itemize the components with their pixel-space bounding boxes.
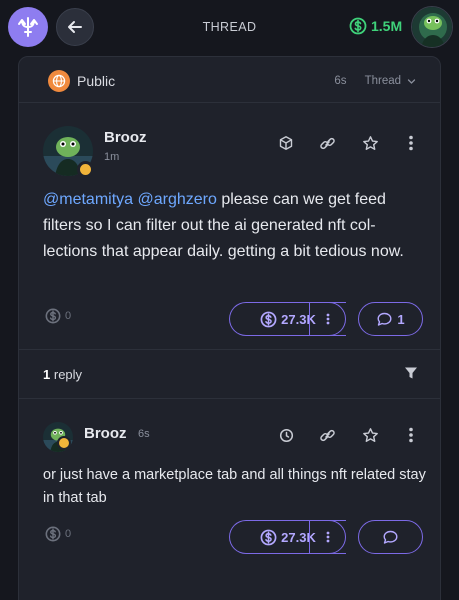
reply-count-text: reply bbox=[53, 367, 83, 382]
cube-icon bbox=[279, 136, 293, 150]
post-author[interactable]: Brooz bbox=[104, 129, 147, 146]
cube-button[interactable] bbox=[275, 132, 297, 154]
visibility-label: Public bbox=[77, 73, 116, 89]
copy-link-button[interactable] bbox=[316, 132, 338, 154]
reply-author[interactable]: Brooz bbox=[84, 425, 127, 442]
reply-time: 6s bbox=[138, 428, 150, 440]
user-avatar[interactable] bbox=[411, 6, 453, 48]
main-post: Brooz 1m @metamitya @arghzero please can… bbox=[19, 103, 440, 350]
currency-icon bbox=[349, 17, 367, 35]
kebab-menu-icon bbox=[326, 531, 329, 543]
comment-icon bbox=[377, 312, 392, 326]
currency-icon bbox=[260, 311, 277, 327]
kebab-menu-icon bbox=[409, 427, 413, 443]
thread-age: 6s bbox=[334, 75, 347, 87]
reply-post: Brooz 6s or just have a marketplace tab … bbox=[19, 399, 440, 600]
currency-icon bbox=[45, 308, 61, 324]
verified-badge bbox=[77, 161, 94, 178]
reply-count-label: 1 reply bbox=[43, 367, 82, 382]
reply-count-number: 1 bbox=[43, 367, 51, 382]
avatar-image bbox=[412, 7, 452, 47]
kebab-menu-icon bbox=[326, 313, 329, 325]
reply-button[interactable] bbox=[358, 520, 423, 554]
post-time: 1m bbox=[104, 151, 120, 163]
reply-text: or just have a marketplace tab and all t… bbox=[43, 467, 426, 506]
tips-count[interactable]: 0 bbox=[45, 526, 71, 542]
view-mode-dropdown[interactable]: Thread bbox=[365, 75, 401, 87]
value-options-button[interactable] bbox=[309, 520, 346, 554]
reply-count: 1 bbox=[397, 311, 405, 327]
favorite-button[interactable] bbox=[359, 424, 381, 446]
replies-bar: 1 reply bbox=[19, 350, 440, 399]
star-icon bbox=[362, 427, 378, 442]
link-icon bbox=[319, 137, 335, 149]
mention-link[interactable]: @metamitya bbox=[43, 191, 133, 208]
kebab-menu-icon bbox=[409, 135, 413, 151]
tips-value: 0 bbox=[65, 310, 72, 322]
chevron-down-icon bbox=[407, 78, 416, 84]
balance-value: 1.5M bbox=[371, 18, 403, 34]
verified-badge bbox=[57, 436, 71, 450]
filter-icon bbox=[405, 367, 417, 379]
balance[interactable]: 1.5M bbox=[349, 17, 402, 35]
reply-button[interactable]: 1 bbox=[358, 302, 423, 336]
comment-icon bbox=[383, 530, 398, 544]
value-options-button[interactable] bbox=[309, 302, 346, 336]
filter-button[interactable] bbox=[404, 366, 418, 385]
copy-link-button[interactable] bbox=[316, 424, 338, 446]
globe-icon bbox=[48, 70, 70, 92]
thread-card: Public 6s Thread Brooz 1m @metamitya @ar… bbox=[18, 56, 441, 600]
currency-icon bbox=[45, 526, 61, 542]
tips-value: 0 bbox=[65, 528, 72, 540]
top-bar: THREAD 1.5M bbox=[0, 0, 459, 56]
tips-count[interactable]: 0 bbox=[45, 308, 71, 324]
card-header: Public 6s Thread bbox=[19, 57, 440, 103]
thread-meta: 6s Thread bbox=[334, 75, 416, 87]
clock-icon bbox=[279, 428, 293, 442]
link-icon bbox=[319, 429, 335, 441]
more-options-button[interactable] bbox=[400, 424, 422, 446]
star-icon bbox=[362, 135, 378, 150]
clock-button[interactable] bbox=[275, 424, 297, 446]
mention-link[interactable]: @arghzero bbox=[138, 191, 217, 208]
post-body: @metamitya @arghzero please can we get f… bbox=[43, 187, 418, 265]
favorite-button[interactable] bbox=[359, 132, 381, 154]
more-options-button[interactable] bbox=[400, 132, 422, 154]
currency-icon bbox=[260, 529, 277, 545]
thread-page: THREAD 1.5M Public 6s Thread Brooz 1m @m… bbox=[0, 0, 459, 600]
